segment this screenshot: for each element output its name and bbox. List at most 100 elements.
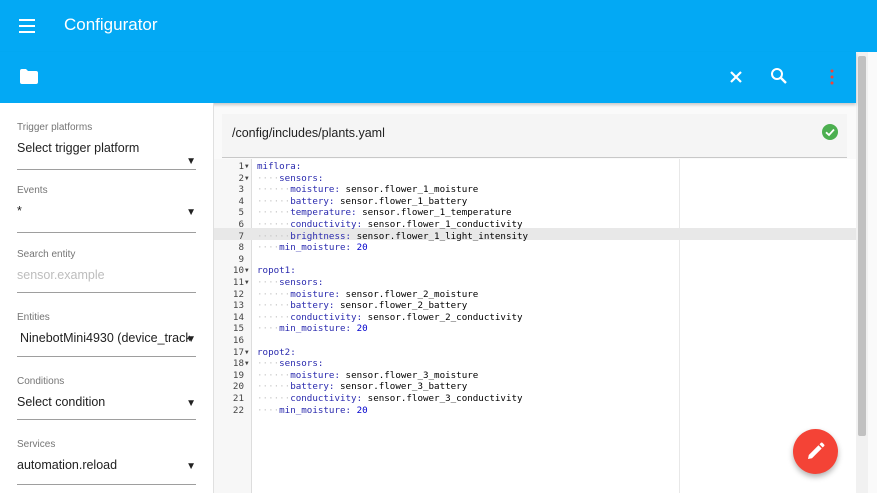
check-circle-icon (822, 124, 838, 140)
code-text: ····sensors: (257, 173, 323, 185)
entities-select[interactable]: Entities NinebotMini4930 (device_track… … (17, 312, 196, 357)
code-line[interactable]: 19 ······moisture: sensor.flower_3_moistu… (214, 370, 856, 382)
line-number: 18 (232, 358, 244, 370)
code-line[interactable]: 7 ······brightness: sensor.flower_1_light… (214, 231, 856, 243)
app-header: Configurator (0, 0, 877, 52)
yaml-key: conductivity: (290, 393, 363, 404)
code-text: ······temperature: sensor.flower_1_tempe… (257, 207, 511, 219)
whitespace-marker: ···· (257, 323, 280, 335)
search-icon[interactable] (770, 67, 788, 90)
code-text: ······conductivity: sensor.flower_1_cond… (257, 219, 523, 231)
folder-icon[interactable] (20, 69, 38, 89)
file-path-bar[interactable]: /config/includes/plants.yaml (222, 114, 847, 158)
fold-toggle-icon[interactable]: ▼ (245, 358, 249, 370)
line-number: 16 (232, 335, 244, 346)
fold-toggle-icon[interactable]: ▼ (245, 161, 249, 173)
code-line[interactable]: 3 ······moisture: sensor.flower_1_moistur… (214, 184, 856, 196)
code-line[interactable]: 13 ······battery: sensor.flower_2_battery (214, 300, 856, 312)
code-line[interactable]: 11 ▼ ····sensors: (214, 277, 856, 289)
entities-label: Entities (17, 312, 50, 323)
yaml-value: sensor.flower_2_conductivity (362, 311, 523, 323)
code-text: ······battery: sensor.flower_1_battery (257, 196, 467, 208)
line-number: 5 (238, 207, 244, 219)
whitespace-marker: ······ (257, 393, 291, 404)
whitespace-marker: ······ (257, 369, 291, 381)
search-entity-placeholder: sensor.example (17, 268, 105, 282)
code-text: ······conductivity: sensor.flower_3_cond… (257, 393, 523, 405)
code-line[interactable]: 18 ▼ ····sensors: (214, 358, 856, 370)
code-editor[interactable]: 1 ▼ miflora: 2 ▼ ····sensors: 3 ······moisture:… (214, 159, 856, 493)
conditions-value: Select condition (17, 395, 106, 409)
yaml-value: 20 (351, 404, 368, 416)
line-number: 14 (232, 311, 244, 323)
whitespace-marker: ······ (257, 195, 291, 207)
code-text: ····min_moisture: 20 (257, 405, 368, 417)
whitespace-marker: ···· (257, 277, 280, 288)
line-number: 8 (238, 242, 244, 254)
line-number: 22 (232, 404, 244, 416)
yaml-key: ropot1: (257, 265, 296, 277)
services-select[interactable]: Services automation.reload ▼ (17, 439, 196, 485)
whitespace-marker: ······ (257, 219, 291, 230)
code-line[interactable]: 5 ······temperature: sensor.flower_1_temp… (214, 207, 856, 219)
line-number: 13 (232, 300, 244, 312)
code-text: ······battery: sensor.flower_3_battery (257, 381, 467, 393)
trigger-platform-select[interactable]: Trigger platforms Select trigger platfor… (17, 122, 196, 170)
code-text: ropot2: (257, 347, 296, 359)
whitespace-marker: ···· (257, 172, 280, 184)
code-line[interactable]: 2 ▼ ····sensors: (214, 173, 856, 185)
fold-toggle-icon[interactable]: ▼ (245, 265, 249, 277)
code-line[interactable]: 10 ▼ ropot1: (214, 265, 856, 277)
code-text: ······brightness: sensor.flower_1_light_… (257, 231, 528, 243)
conditions-select[interactable]: Conditions Select condition ▼ (17, 376, 196, 420)
code-line[interactable]: 9 (214, 254, 856, 266)
whitespace-marker: ······ (257, 288, 291, 300)
line-number: 7 (238, 230, 244, 242)
yaml-value: sensor.flower_2_battery (334, 300, 468, 312)
code-line[interactable]: 6 ······conductivity: sensor.flower_1_con… (214, 219, 856, 231)
code-line[interactable]: 21 ······conductivity: sensor.flower_3_co… (214, 393, 856, 405)
line-number: 20 (232, 381, 244, 393)
yaml-value: sensor.flower_3_conductivity (362, 393, 523, 404)
code-line[interactable]: 17 ▼ ropot2: (214, 347, 856, 359)
whitespace-marker: ···· (257, 404, 280, 416)
yaml-value: sensor.flower_3_moisture (340, 369, 479, 381)
yaml-key: conductivity: (290, 311, 363, 323)
whitespace-marker: ······ (257, 381, 291, 393)
yaml-key: moisture: (290, 184, 340, 196)
line-number: 10 (232, 265, 244, 277)
code-line[interactable]: 14 ······conductivity: sensor.flower_2_co… (214, 312, 856, 324)
code-line[interactable]: 4 ······battery: sensor.flower_1_battery (214, 196, 856, 208)
entities-value: NinebotMini4930 (device_track… (20, 331, 190, 345)
file-path: /config/includes/plants.yaml (232, 126, 385, 140)
code-line[interactable]: 8 ····min_moisture: 20 (214, 242, 856, 254)
page-scrollbar-thumb[interactable] (858, 56, 866, 436)
fold-toggle-icon[interactable]: ▼ (245, 173, 249, 185)
search-entity-input[interactable]: Search entity sensor.example (17, 249, 196, 293)
yaml-key: moisture: (290, 288, 340, 300)
close-icon[interactable] (727, 68, 745, 91)
yaml-key: min_moisture: (279, 404, 352, 416)
code-line[interactable]: 20 ······battery: sensor.flower_3_battery (214, 381, 856, 393)
yaml-value: sensor.flower_1_light_intensity (351, 230, 529, 242)
events-value: * (17, 204, 22, 218)
services-label: Services (17, 439, 56, 450)
line-number: 4 (238, 195, 244, 207)
code-line[interactable]: 22 ····min_moisture: 20 (214, 405, 856, 417)
whitespace-marker: ···· (257, 242, 280, 254)
yaml-key: min_moisture: (279, 323, 352, 335)
code-line[interactable]: 15 ····min_moisture: 20 (214, 323, 856, 335)
fold-toggle-icon[interactable]: ▼ (245, 347, 249, 359)
fold-toggle-icon[interactable]: ▼ (245, 277, 249, 289)
more-vert-icon[interactable] (829, 69, 835, 90)
hamburger-menu-icon[interactable] (17, 15, 39, 37)
code-line[interactable]: 1 ▼ miflora: (214, 161, 856, 173)
events-select[interactable]: Events * ▼ (17, 185, 196, 233)
code-line[interactable]: 12 ······moisture: sensor.flower_2_moistu… (214, 289, 856, 301)
code-line[interactable]: 16 (214, 335, 856, 347)
edit-fab-button[interactable] (793, 429, 838, 474)
yaml-key: ropot2: (257, 346, 296, 358)
yaml-key: sensors: (279, 172, 324, 184)
yaml-value: sensor.flower_1_moisture (340, 184, 479, 196)
yaml-value: sensor.flower_1_battery (334, 195, 468, 207)
